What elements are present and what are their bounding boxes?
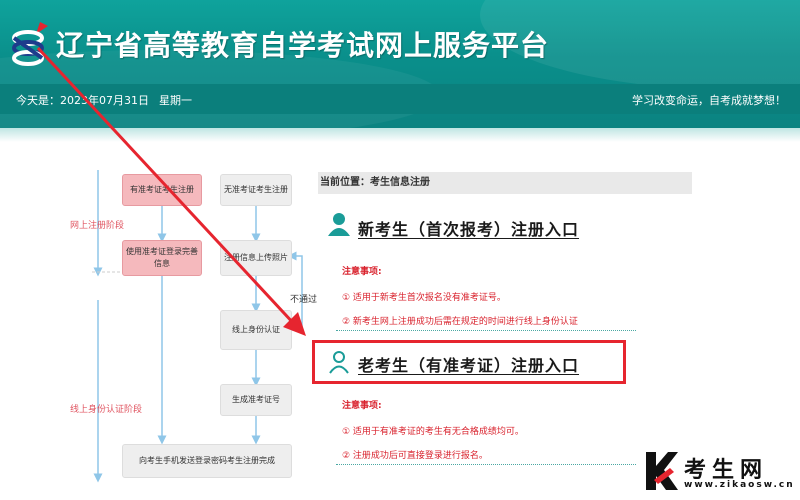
fail-label: 不通过 [290,295,318,305]
watermark: 考生网 www.zikaosw.cn [644,450,800,500]
site-title: 辽宁省高等教育自学考试网上服务平台 [56,29,550,62]
user-outline-icon [329,351,349,374]
flow-box-with-ticket: 有准考证考生注册 [122,174,202,206]
flow-box-generate-number: 生成准考证号 [220,384,292,416]
current-date: 今天是：2023年07月31日 星期一 [16,92,192,108]
watermark-k-logo-icon [646,452,678,490]
new-student-notes-title: 注意事项: [342,267,382,277]
date-text: 今天是：2023年07月31日 [16,94,149,107]
old-student-note-1: ① 适用于有准考证的考生有无合格成绩均可。 [342,427,524,437]
old-student-note-2: ② 注册成功后可直接登录进行报名。 [342,451,488,461]
phase-online-registration: 网上注册阶段 [70,221,125,231]
breadcrumb-current: 考生信息注册 [370,177,430,188]
registration-flowchart: 网上注册阶段 线上身份认证阶段 有准考证考生注册 无准考证考生注册 使用准考证登… [70,160,317,490]
flow-box-use-ticket: 使用准考证登录完善信息 [122,240,202,276]
user-icon [328,213,350,236]
flow-box-register-info: 注册信息上传照片 [220,240,292,276]
section-divider [336,330,636,331]
slogan: 学习改变命运，自考成就梦想！ [632,94,786,107]
header-shadow [0,128,800,142]
new-student-register-link[interactable]: 新考生（首次报考）注册入口 [358,216,579,240]
site-logo-icon[interactable] [8,20,50,70]
phase-identity-verification: 线上身份认证阶段 [70,405,143,415]
weekday-text: 星期一 [159,94,192,107]
flow-box-final: 向考生手机发送登录密码考生注册完成 [122,444,292,478]
breadcrumb-prefix: 当前位置： [320,177,370,188]
old-student-register-link[interactable]: 老考生（有准考证）注册入口 [358,352,579,376]
new-student-note-1: ① 适用于新考生首次报名没有准考证号。 [342,293,506,303]
flow-box-without-ticket: 无准考证考生注册 [220,174,292,206]
breadcrumb: 当前位置：考生信息注册 [318,172,692,194]
new-student-note-2: ② 新考生网上注册成功后需在规定的时间进行线上身份认证 [342,317,578,327]
watermark-url: www.zikaosw.cn [684,480,795,490]
section-divider [336,464,636,465]
flow-box-identity: 线上身份认证 [220,310,292,350]
old-student-notes-title: 注意事项: [342,401,382,411]
